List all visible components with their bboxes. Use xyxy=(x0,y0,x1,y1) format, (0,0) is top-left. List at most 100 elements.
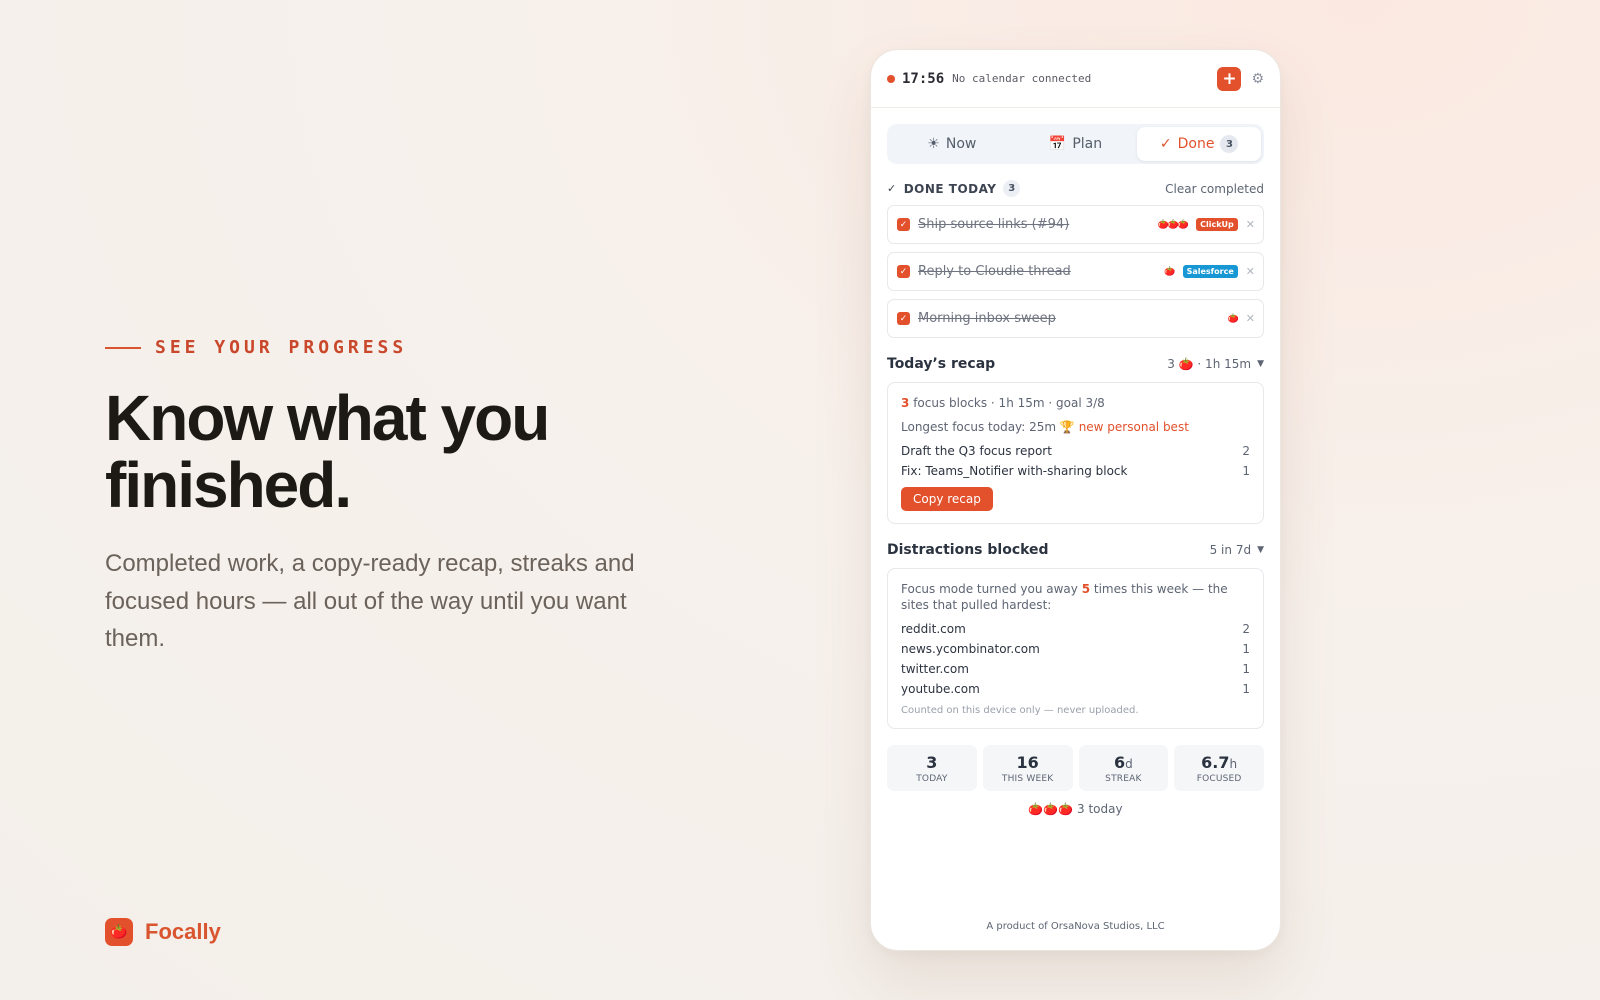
stat-focused: 6.7h FOCUSED xyxy=(1174,745,1264,791)
distractions-intro: Focus mode turned you away 5 times this … xyxy=(901,581,1250,613)
site-name: news.ycombinator.com xyxy=(901,642,1040,656)
personal-best-text: new personal best xyxy=(1078,420,1189,434)
today-tomatoes: 🍅🍅🍅 3 today xyxy=(1028,802,1123,816)
list-item: youtube.com 1 xyxy=(901,681,1250,697)
task-title: Reply to Cloudie thread xyxy=(918,264,1071,279)
copy-recap-button[interactable]: Copy recap xyxy=(901,487,993,511)
chevron-down-icon[interactable]: ▼ xyxy=(1257,545,1264,555)
hero-section: SEE YOUR PROGRESS Know what you finished… xyxy=(105,0,665,1000)
recap-longest-text: Longest focus today: 25m 🏆 xyxy=(901,420,1075,434)
task-checkbox[interactable]: ✓ xyxy=(897,265,910,278)
task-row[interactable]: ✓ Ship source links (#94) 🍅🍅🍅 ClickUp ✕ xyxy=(887,205,1264,244)
site-count: 2 xyxy=(1242,622,1250,636)
task-row[interactable]: ✓ Reply to Cloudie thread 🍅 Salesforce ✕ xyxy=(887,252,1264,291)
distractions-summary-text: 5 in 7d xyxy=(1209,543,1252,557)
close-icon[interactable]: ✕ xyxy=(1246,312,1255,325)
site-name: youtube.com xyxy=(901,682,980,696)
add-task-button[interactable]: + xyxy=(1217,66,1242,91)
live-dot xyxy=(887,74,895,83)
stat-value: 6.7h xyxy=(1201,753,1237,772)
brand-name: Focally xyxy=(145,919,221,944)
list-item: twitter.com 1 xyxy=(901,661,1250,677)
recap-summary-text: 3 🍅 · 1h 15m xyxy=(1167,357,1252,371)
hero-subhead: Completed work, a copy-ready recap, stre… xyxy=(105,550,635,652)
tomato-icon: 🍅 xyxy=(1227,313,1239,324)
stats-row: 3 TODAY 16 THIS WEEK 6d STREAK 6.7h FOCU… xyxy=(887,745,1264,791)
tab-badge: 3 xyxy=(1220,135,1239,153)
tomato-icon: 🍅 xyxy=(1164,266,1175,277)
stat-unit: d xyxy=(1125,756,1133,771)
clear-completed-button[interactable]: Clear completed xyxy=(1165,182,1264,196)
site-count: 1 xyxy=(1242,642,1250,656)
recap-item-count: 1 xyxy=(1242,464,1250,478)
stat-number: 16 xyxy=(1016,752,1039,772)
check-icon: ✓ xyxy=(1159,136,1172,152)
distractions-header[interactable]: Distractions blocked 5 in 7d ▼ xyxy=(887,542,1264,558)
recap-blocks-count: 3 xyxy=(901,396,910,410)
recap-item-name: Fix: Teams_Notifier with-sharing block xyxy=(901,464,1128,478)
tab-label: Done xyxy=(1177,136,1215,152)
privacy-note: Counted on this device only — never uplo… xyxy=(901,705,1139,716)
list-item: reddit.com 2 xyxy=(901,621,1250,637)
recap-item-count: 2 xyxy=(1242,444,1250,458)
close-icon[interactable]: ✕ xyxy=(1246,218,1255,231)
check-icon: ✓ xyxy=(887,182,897,195)
distractions-summary: 5 in 7d ▼ xyxy=(1210,543,1264,557)
recap-header[interactable]: Today’s recap 3 🍅 · 1h 15m ▼ xyxy=(887,356,1264,372)
chevron-down-icon[interactable]: ▼ xyxy=(1257,359,1264,369)
recap-summary: 3 🍅 · 1h 15m ▼ xyxy=(1167,357,1264,371)
sun-icon: ☀ xyxy=(927,136,940,152)
stat-label: FOCUSED xyxy=(1196,773,1242,784)
done-count-badge: 3 xyxy=(1003,180,1021,197)
close-icon[interactable]: ✕ xyxy=(1246,265,1255,278)
stat-label: TODAY xyxy=(916,773,948,784)
stat-number: 3 xyxy=(926,752,938,772)
eyebrow: SEE YOUR PROGRESS xyxy=(105,337,407,358)
stat-value: 16 xyxy=(1016,753,1038,772)
task-checkbox[interactable]: ✓ xyxy=(897,218,910,231)
done-today-heading: DONE TODAY xyxy=(903,181,997,196)
stat-number: 6.7 xyxy=(1201,752,1230,772)
done-today-header: ✓ DONE TODAY 3 Clear completed xyxy=(887,180,1264,197)
list-item: Draft the Q3 focus report 2 xyxy=(901,443,1250,459)
calendar-icon: 📅 xyxy=(1048,136,1067,152)
distractions-intro-before: Focus mode turned you away xyxy=(901,582,1078,596)
done-today-title: ✓ DONE TODAY 3 xyxy=(887,180,1021,197)
recap-item-name: Draft the Q3 focus report xyxy=(901,444,1052,458)
view-tabs: ☀ Now 📅 Plan ✓ Done 3 xyxy=(887,124,1264,164)
distractions-title: Distractions blocked xyxy=(887,542,1049,558)
tab-label: Plan xyxy=(1072,136,1103,152)
stat-number: 6 xyxy=(1113,752,1126,772)
stat-today: 3 TODAY xyxy=(887,745,977,791)
tab-plan[interactable]: 📅 Plan xyxy=(1014,127,1138,161)
tab-done[interactable]: ✓ Done 3 xyxy=(1137,127,1262,161)
top-bar: 17:56 No calendar connected + ⚙ xyxy=(871,50,1280,108)
recap-title: Today’s recap xyxy=(887,356,996,372)
task-checkbox[interactable]: ✓ xyxy=(897,312,910,325)
distractions-count: 5 xyxy=(1081,582,1091,596)
tab-label: Now xyxy=(945,136,977,152)
eyebrow-text: SEE YOUR PROGRESS xyxy=(155,337,408,358)
stat-value: 3 xyxy=(926,753,937,772)
stat-this-week: 16 THIS WEEK xyxy=(982,745,1073,791)
task-title: Ship source links (#94) xyxy=(918,217,1070,232)
task-row[interactable]: ✓ Morning inbox sweep 🍅 ✕ xyxy=(887,299,1264,338)
calendar-status: No calendar connected xyxy=(952,72,1092,85)
hero-headline: Know what you finished. xyxy=(105,382,550,521)
tomato-icon: 🍅 xyxy=(105,918,133,946)
stat-label: STREAK xyxy=(1105,773,1142,784)
site-name: twitter.com xyxy=(901,662,969,676)
tab-now[interactable]: ☀ Now xyxy=(890,127,1014,161)
tomato-icon: 🍅🍅🍅 xyxy=(1157,219,1190,230)
gear-icon[interactable]: ⚙ xyxy=(1251,71,1264,87)
stat-value: 6d xyxy=(1114,753,1133,772)
site-name: reddit.com xyxy=(901,622,966,636)
recap-card: 3 focus blocks · 1h 15m · goal 3/8 Longe… xyxy=(887,382,1264,524)
stat-unit: h xyxy=(1229,756,1238,771)
stat-streak: 6d STREAK xyxy=(1078,745,1169,791)
integration-tag: ClickUp xyxy=(1196,218,1238,231)
app-panel: 17:56 No calendar connected + ⚙ ☀ Now 📅 … xyxy=(870,49,1281,951)
list-item: news.ycombinator.com 1 xyxy=(901,641,1250,657)
site-count: 1 xyxy=(1242,682,1250,696)
footer-credit: A product of OrsaNova Studios, LLC xyxy=(986,921,1165,932)
